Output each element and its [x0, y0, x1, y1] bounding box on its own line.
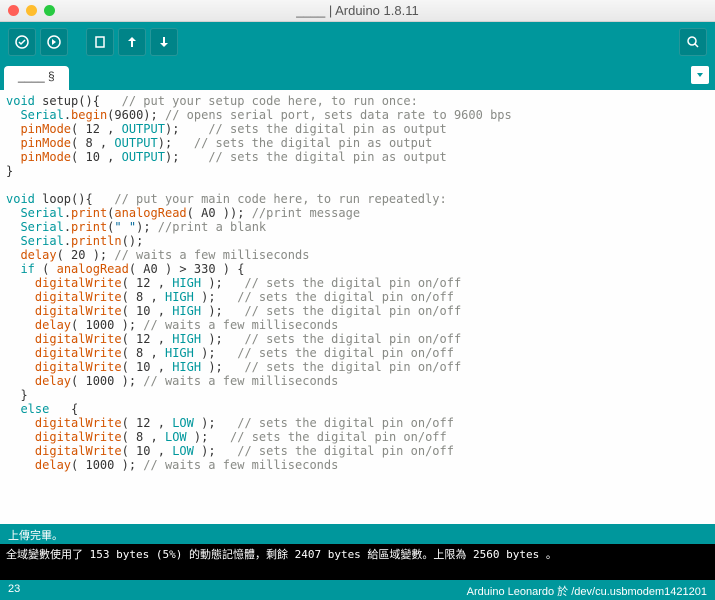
- window-title: ____ | Arduino 1.8.11: [296, 3, 418, 18]
- window-controls: [8, 5, 55, 16]
- line-number: 23: [8, 583, 20, 597]
- code-editor[interactable]: void setup(){ // put your setup code her…: [0, 90, 715, 524]
- open-button[interactable]: [118, 28, 146, 56]
- save-button[interactable]: [150, 28, 178, 56]
- upload-button[interactable]: [40, 28, 68, 56]
- status-bar: 23 Arduino Leonardo 於 /dev/cu.usbmodem14…: [0, 580, 715, 600]
- tab-bar: ____ §: [0, 62, 715, 90]
- sketch-tab[interactable]: ____ §: [4, 66, 69, 90]
- minimize-icon[interactable]: [26, 5, 37, 16]
- status-message: 上傳完畢。: [0, 524, 715, 544]
- tab-menu-button[interactable]: [691, 66, 709, 84]
- board-info: Arduino Leonardo 於 /dev/cu.usbmodem14212…: [467, 583, 707, 597]
- verify-button[interactable]: [8, 28, 36, 56]
- close-icon[interactable]: [8, 5, 19, 16]
- titlebar: ____ | Arduino 1.8.11: [0, 0, 715, 22]
- toolbar: [0, 22, 715, 62]
- console-output[interactable]: 全域變數使用了 153 bytes (5%) 的動態記憶體，剩餘 2407 by…: [0, 544, 715, 580]
- new-button[interactable]: [86, 28, 114, 56]
- maximize-icon[interactable]: [44, 5, 55, 16]
- serial-monitor-button[interactable]: [679, 28, 707, 56]
